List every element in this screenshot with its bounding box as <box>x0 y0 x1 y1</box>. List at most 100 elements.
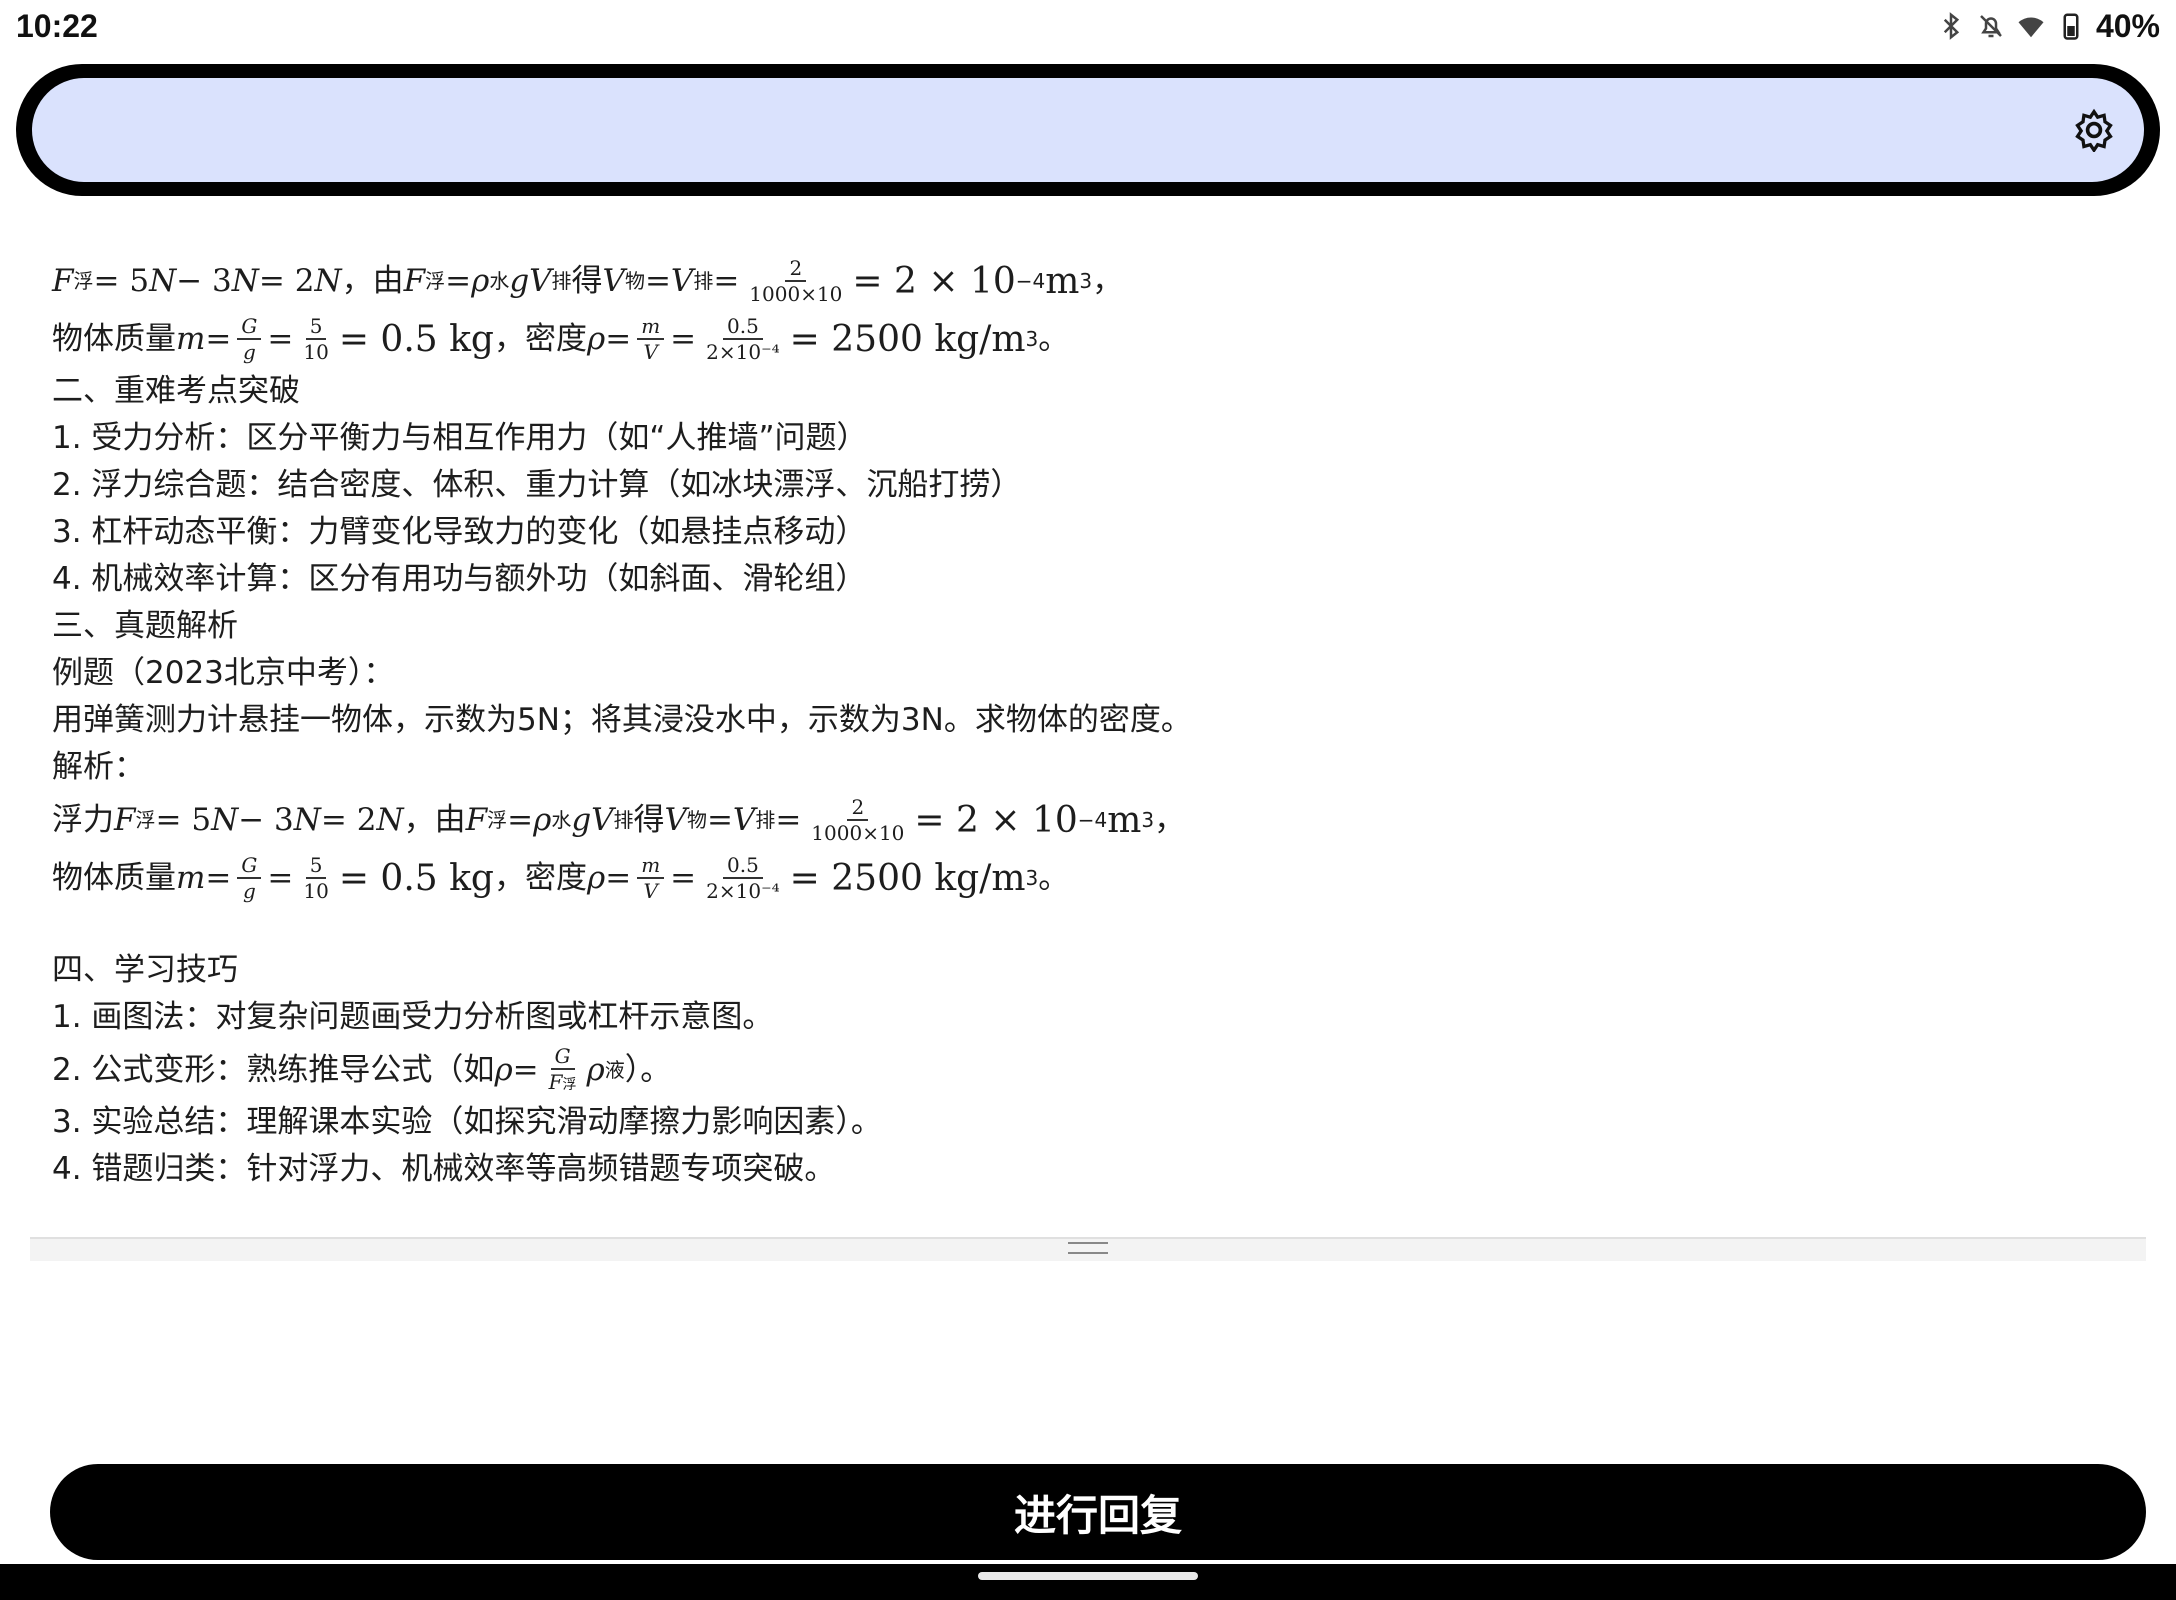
math-symbol: ρ <box>533 801 552 838</box>
math-text: = 0.5 kg <box>338 318 494 360</box>
math-subscript: 浮 <box>425 268 446 293</box>
math-subscript: 物 <box>686 807 707 832</box>
math-text: = <box>605 859 632 896</box>
math-subscript: 排 <box>551 268 572 293</box>
example-title: 例题（2023北京中考）： <box>52 655 395 691</box>
fraction: G F浮 <box>545 1044 581 1097</box>
wifi-icon <box>2018 17 2044 38</box>
fraction-numerator: G <box>237 314 262 340</box>
math-text: = <box>205 859 232 896</box>
text: 浮力 <box>52 801 114 838</box>
section-heading: 二、重难考点突破 <box>52 373 300 409</box>
fraction-numerator: G <box>550 1044 575 1070</box>
formula-line-4: 物体质量 m = Gg = 5 10 = 0.5 kg ，密度 ρ = mV = … <box>52 849 2132 907</box>
math-text: = 2 <box>320 801 377 838</box>
math-symbol: N <box>211 801 239 838</box>
math-symbol: m <box>176 859 206 896</box>
math-text: = 2 × 10 <box>914 799 1078 841</box>
fraction-numerator: 5 <box>305 853 327 879</box>
fraction-denominator: F浮 <box>545 1070 581 1097</box>
status-icons: 40% <box>1936 8 2160 45</box>
navigation-bar <box>0 1564 2176 1600</box>
math-subscript: 浮 <box>135 807 156 832</box>
math-text: − 3 <box>176 262 232 299</box>
settings-icon[interactable] <box>2072 108 2116 152</box>
math-subscript: 物 <box>624 268 645 293</box>
math-symbol: F <box>52 262 74 299</box>
fraction: Gg <box>237 314 262 364</box>
math-subscript: 浮 <box>562 1076 577 1093</box>
formula-line-2: 物体质量 m = Gg = 5 10 = 0.5 kg ，密度 ρ = mV = … <box>52 310 2132 368</box>
math-symbol: N <box>314 262 342 299</box>
math-text: = <box>706 801 733 838</box>
battery-icon <box>2063 13 2079 40</box>
math-text: m <box>1045 260 1080 302</box>
math-superscript: 3 <box>1025 326 1039 351</box>
reply-button[interactable]: 进行回复 <box>50 1464 2146 1560</box>
math-subscript: 排 <box>613 807 634 832</box>
math-superscript: 3 <box>1079 268 1093 293</box>
math-symbol: m <box>176 320 206 357</box>
text: 物体质量 <box>52 320 176 357</box>
text: ，由 <box>403 801 466 838</box>
search-bar[interactable] <box>16 64 2160 196</box>
text: ，密度 <box>493 320 587 357</box>
math-subscript: 水 <box>551 807 572 832</box>
section-heading: 四、学习技巧 <box>52 952 238 988</box>
fraction-denominator: 10 <box>303 340 329 364</box>
text: ，密度 <box>493 859 587 896</box>
list-item: 2. 公式变形：熟练推导公式（如 ρ = G F浮 ρ液 ）。 <box>52 1041 2132 1099</box>
math-superscript: −4 <box>1015 268 1046 293</box>
math-symbol: F <box>114 801 136 838</box>
analysis-label: 解析： <box>52 749 145 785</box>
text: 。 <box>1038 859 1070 896</box>
fraction-denominator: 2×10⁻⁴ <box>706 879 780 903</box>
math-text: = 2500 kg/m <box>789 318 1026 360</box>
home-gesture-handle[interactable] <box>978 1572 1198 1580</box>
math-subscript: 排 <box>755 807 776 832</box>
example-text: 用弹簧测力计悬挂一物体，示数为5N；将其浸没水中，示数为3N。求物体的密度。 <box>52 702 1192 738</box>
search-input[interactable] <box>32 78 2144 182</box>
drag-handle-icon[interactable] <box>1068 1242 1108 1254</box>
math-symbol: gV <box>571 801 614 838</box>
fraction-numerator: 0.5 <box>723 853 763 879</box>
math-subscript: 浮 <box>73 268 94 293</box>
list-item: 3. 杠杆动态平衡：力臂变化导致力的变化（如悬挂点移动） <box>52 514 867 550</box>
math-symbol: gV <box>509 262 552 299</box>
math-text: − 3 <box>238 801 294 838</box>
math-text: = 0.5 kg <box>338 857 494 899</box>
status-bar: 10:22 40% <box>0 0 2176 52</box>
math-text: = <box>670 859 697 896</box>
math-text: = <box>267 859 294 896</box>
text: 物体质量 <box>52 859 176 896</box>
list-item: 2. 浮力综合题：结合密度、体积、重力计算（如冰块漂浮、沉船打捞） <box>52 467 1022 503</box>
math-symbol: F <box>403 262 426 299</box>
battery-level: 40% <box>2095 7 2160 44</box>
math-symbol: F <box>548 1069 563 1094</box>
math-text: = <box>267 320 294 357</box>
formula-line-3: 浮力 F浮 = 5N − 3N = 2N ，由 F浮 = ρ水 gV 排 得 V物… <box>52 791 2132 849</box>
fraction-denominator: V <box>643 879 658 903</box>
fraction: mV <box>637 314 665 364</box>
math-text: m <box>1107 799 1142 841</box>
fraction-denominator: 1000×10 <box>749 282 843 306</box>
math-symbol: N <box>376 801 404 838</box>
text: 2. 公式变形：熟练推导公式（如 <box>52 1051 495 1088</box>
text: 。 <box>1038 320 1070 357</box>
list-item: 3. 实验总结：理解课本实验（如探究滑动摩擦力影响因素）。 <box>52 1104 882 1140</box>
fraction: mV <box>637 853 665 903</box>
list-item: 4. 错题归类：针对浮力、机械效率等高频错题专项突破。 <box>52 1151 836 1187</box>
fraction-denominator: g <box>242 340 256 364</box>
fraction-numerator: m <box>637 853 665 879</box>
math-symbol: V <box>602 262 625 299</box>
fraction: 2 1000×10 <box>807 795 908 845</box>
math-text: = 5 <box>155 801 212 838</box>
math-text: = <box>775 801 802 838</box>
text: 得 <box>571 262 603 299</box>
math-text: = <box>512 1051 539 1088</box>
math-symbol: N <box>231 262 259 299</box>
fraction-denominator: V <box>643 340 658 364</box>
text: ， <box>1092 262 1124 299</box>
fraction: 2 1000×10 <box>745 256 846 306</box>
